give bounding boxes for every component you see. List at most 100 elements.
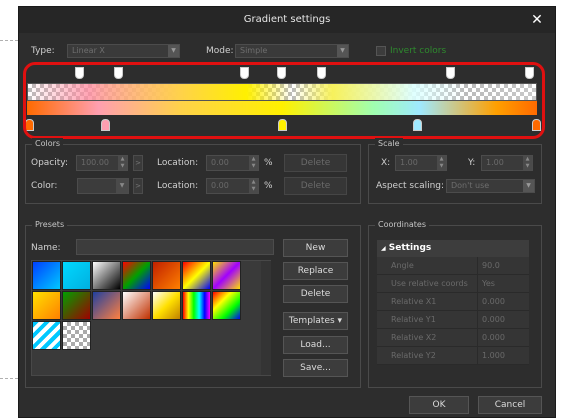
title-bar: Gradient settings ✕: [19, 7, 555, 33]
close-icon[interactable]: ✕: [529, 7, 545, 33]
preset-swatch[interactable]: [212, 291, 241, 320]
type-label: Type:: [31, 46, 55, 56]
property-value[interactable]: 90.0: [477, 257, 529, 275]
property-row[interactable]: Relative X2 0.000: [377, 329, 529, 347]
property-value[interactable]: 1.000: [477, 347, 529, 365]
preset-swatch[interactable]: [62, 261, 91, 290]
preset-swatch[interactable]: [92, 261, 121, 290]
preset-scrollbar[interactable]: [261, 261, 271, 375]
property-key: Relative X1: [391, 297, 437, 306]
presets-group-title: Presets: [32, 219, 68, 231]
preset-swatch[interactable]: [152, 291, 181, 320]
property-value[interactable]: 0.000: [477, 329, 529, 347]
scale-x-value: 1.00: [400, 158, 418, 167]
cancel-button[interactable]: Cancel: [478, 396, 542, 414]
property-key: Relative Y1: [391, 315, 436, 324]
preset-swatch[interactable]: [62, 291, 91, 320]
preset-swatch[interactable]: [122, 261, 151, 290]
preset-new-button[interactable]: New: [283, 239, 348, 257]
colors-group-title: Colors: [32, 138, 64, 150]
invert-colors-checkbox[interactable]: [376, 46, 386, 56]
save-preset-button[interactable]: Save...: [283, 359, 348, 377]
color-picker[interactable]: ▼: [77, 178, 129, 194]
property-row[interactable]: Use relative coords Yes: [377, 275, 529, 293]
preset-swatch[interactable]: [182, 261, 211, 290]
settings-section-label: Settings: [388, 243, 432, 253]
preset-name-label: Name:: [31, 243, 61, 253]
mode-label: Mode:: [206, 46, 234, 56]
collapse-triangle-icon: ◢: [381, 245, 386, 252]
type-select[interactable]: Linear X ▼: [67, 44, 180, 58]
scale-x-label: X:: [381, 158, 391, 168]
opacity-spinbox[interactable]: 100.00 ▲ ▼: [76, 155, 128, 171]
aspect-scaling-label: Aspect scaling:: [376, 181, 445, 191]
location2-label: Location:: [157, 181, 199, 191]
property-row[interactable]: Angle 90.0: [377, 257, 529, 275]
location2-spinbox[interactable]: 0.00 ▲ ▼: [206, 178, 259, 194]
aspect-scaling-value: Don't use: [451, 181, 490, 190]
property-value[interactable]: 0.000: [477, 311, 529, 329]
spin-arrows-icon: ▲ ▼: [523, 156, 532, 170]
background-guide-line: [0, 378, 18, 379]
location2-unit: %: [264, 181, 273, 191]
preset-swatch[interactable]: [32, 261, 61, 290]
colors-group: Colors: [25, 138, 361, 204]
settings-section-header[interactable]: ◢ Settings: [377, 240, 529, 257]
location-spinbox[interactable]: 0.00 ▲ ▼: [206, 155, 259, 171]
coordinates-group-title: Coordinates: [375, 219, 430, 231]
preset-swatch-container: [32, 261, 260, 375]
background-guide-line: [0, 40, 18, 41]
preset-swatch[interactable]: [32, 321, 61, 350]
scale-y-spinbox[interactable]: 1.00 ▲ ▼: [481, 155, 533, 171]
color-popup-button[interactable]: >: [133, 178, 143, 194]
mode-select[interactable]: Simple ▼: [235, 44, 349, 58]
location-value: 0.00: [211, 158, 229, 167]
property-row[interactable]: Relative X1 0.000: [377, 293, 529, 311]
property-row[interactable]: Relative Y2 1.000: [377, 347, 529, 365]
property-key: Angle: [391, 261, 414, 270]
preset-swatch[interactable]: [92, 291, 121, 320]
chevron-down-icon: ▼: [168, 45, 179, 57]
property-row[interactable]: Relative Y1 0.000: [377, 311, 529, 329]
delete-opacity-stop-button[interactable]: Delete: [284, 154, 347, 172]
property-key: Relative X2: [391, 333, 437, 342]
preset-swatch[interactable]: [152, 261, 181, 290]
location-label: Location:: [157, 158, 199, 168]
preset-name-input[interactable]: [76, 239, 274, 255]
invert-colors-label: Invert colors: [390, 46, 447, 56]
property-key: Relative Y2: [391, 351, 436, 360]
preset-swatch[interactable]: [182, 291, 211, 320]
preset-swatch[interactable]: [62, 321, 91, 350]
scale-x-spinbox[interactable]: 1.00 ▲ ▼: [395, 155, 447, 171]
chevron-down-icon: ▼: [337, 45, 348, 57]
mode-select-value: Simple: [240, 46, 268, 55]
scale-y-value: 1.00: [486, 158, 504, 167]
load-preset-button[interactable]: Load...: [283, 336, 348, 354]
type-select-value: Linear X: [72, 46, 105, 55]
opacity-label: Opacity:: [31, 158, 68, 168]
preset-swatch[interactable]: [212, 261, 241, 290]
preset-replace-button[interactable]: Replace: [283, 262, 348, 280]
location2-value: 0.00: [211, 181, 229, 190]
property-value[interactable]: 0.000: [477, 293, 529, 311]
gradient-settings-dialog: Gradient settings ✕ Type: Linear X ▼ Mod…: [18, 6, 556, 418]
opacity-popup-button[interactable]: >: [133, 155, 143, 171]
preset-delete-button[interactable]: Delete: [283, 285, 348, 303]
scale-y-label: Y:: [468, 158, 476, 168]
preset-swatch[interactable]: [122, 291, 151, 320]
spin-arrows-icon: ▲ ▼: [249, 179, 258, 193]
aspect-scaling-select[interactable]: Don't use ▼: [446, 179, 535, 193]
ok-button[interactable]: OK: [409, 396, 469, 414]
templates-dropdown-button[interactable]: Templates ▾: [283, 312, 348, 330]
delete-color-stop-button[interactable]: Delete: [284, 177, 347, 195]
scale-group: Scale: [368, 138, 542, 204]
color-label: Color:: [31, 181, 58, 191]
spin-arrows-icon: ▲ ▼: [118, 156, 127, 170]
scale-group-title: Scale: [375, 138, 403, 150]
chevron-down-icon: ▼: [523, 180, 534, 192]
property-value[interactable]: Yes: [477, 275, 529, 293]
preset-swatch[interactable]: [32, 291, 61, 320]
spin-arrows-icon: ▲ ▼: [249, 156, 258, 170]
dialog-title: Gradient settings: [243, 14, 331, 25]
location-unit: %: [264, 158, 273, 168]
